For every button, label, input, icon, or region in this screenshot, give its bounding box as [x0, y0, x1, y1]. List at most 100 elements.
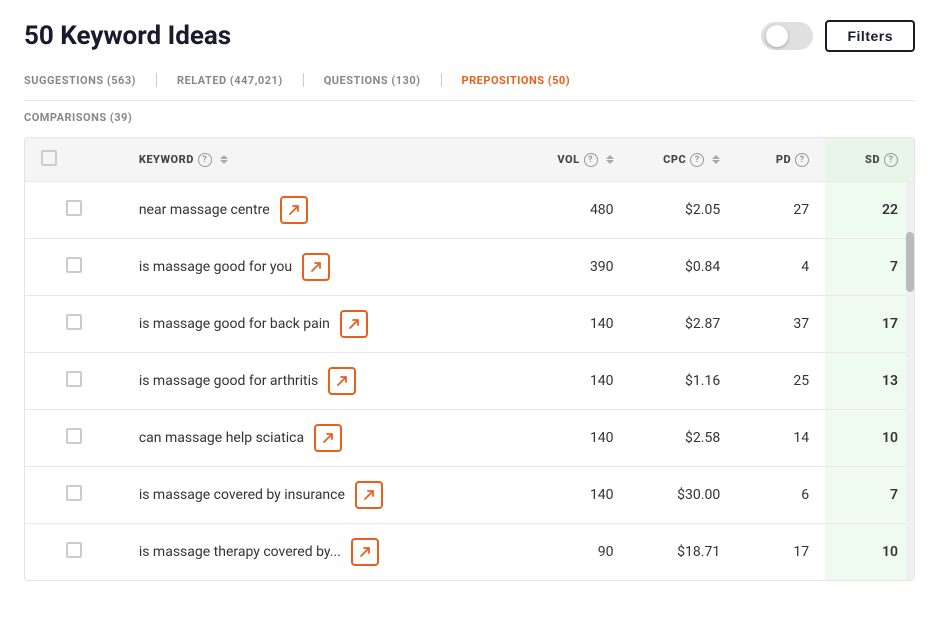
vol-cell: 140: [523, 467, 630, 524]
sd-help-icon[interactable]: ?: [884, 153, 898, 167]
keyword-cell: can massage help sciatica: [123, 410, 523, 467]
vol-cell: 140: [523, 353, 630, 410]
tab-divider-1: [156, 73, 157, 87]
pd-help-icon[interactable]: ?: [795, 153, 809, 167]
table-row: is massage therapy covered by...90$18.71…: [25, 524, 914, 581]
th-sd: SD ?: [825, 138, 914, 182]
row-checkbox[interactable]: [66, 314, 82, 330]
th-keyword: KEYWORD ?: [123, 138, 523, 182]
cpc-cell: $2.87: [630, 296, 737, 353]
row-checkbox-cell: [25, 296, 123, 353]
cpc-sort[interactable]: [712, 155, 720, 164]
pd-cell: 25: [736, 353, 825, 410]
cpc-sort-up-icon: [712, 155, 720, 159]
sort-up-icon: [220, 155, 228, 159]
pd-cell: 14: [736, 410, 825, 467]
keyword-cell: is massage covered by insurance: [123, 467, 523, 524]
filters-button[interactable]: Filters: [825, 20, 915, 52]
vol-sort[interactable]: [606, 155, 614, 164]
row-checkbox[interactable]: [66, 485, 82, 501]
keyword-text: is massage good for you: [139, 259, 292, 275]
sd-cell: 13: [825, 353, 914, 410]
toggle-switch[interactable]: [761, 22, 813, 50]
keyword-redirect-button[interactable]: [302, 253, 330, 281]
cpc-cell: $1.16: [630, 353, 737, 410]
keyword-cell: near massage centre: [123, 182, 523, 239]
keyword-text: is massage therapy covered by...: [139, 544, 341, 560]
row-checkbox-cell: [25, 353, 123, 410]
row-checkbox[interactable]: [66, 542, 82, 558]
pd-cell: 37: [736, 296, 825, 353]
row-checkbox-cell: [25, 182, 123, 239]
keyword-text: near massage centre: [139, 202, 270, 218]
keyword-redirect-button[interactable]: [351, 538, 379, 566]
cpc-cell: $0.84: [630, 239, 737, 296]
pd-cell: 6: [736, 467, 825, 524]
cpc-sort-down-icon: [712, 160, 720, 164]
pd-cell: 17: [736, 524, 825, 581]
row-checkbox-cell: [25, 410, 123, 467]
select-all-checkbox[interactable]: [41, 150, 57, 166]
toggle-thumb: [766, 25, 788, 47]
th-cpc: CPC ?: [630, 138, 737, 182]
keyword-text: is massage good for arthritis: [139, 373, 318, 389]
table-row: can massage help sciatica 140$2.581410: [25, 410, 914, 467]
keyword-text: can massage help sciatica: [139, 430, 304, 446]
cpc-cell: $30.00: [630, 467, 737, 524]
cpc-cell: $2.58: [630, 410, 737, 467]
table-row: near massage centre480$2.052722: [25, 182, 914, 239]
table-row: is massage covered by insurance 140$30.00…: [25, 467, 914, 524]
table-row: is massage good for arthritis 140$1.16251…: [25, 353, 914, 410]
tab-bar: SUGGESTIONS (563) RELATED (447,021) QUES…: [24, 72, 915, 101]
keyword-cell: is massage therapy covered by...: [123, 524, 523, 581]
tab-divider-3: [441, 73, 442, 87]
scrollbar-track[interactable]: [906, 182, 914, 580]
keyword-redirect-button[interactable]: [328, 367, 356, 395]
keyword-redirect-button[interactable]: [314, 424, 342, 452]
vol-cell: 140: [523, 410, 630, 467]
sort-down-icon: [220, 160, 228, 164]
tab-divider-2: [303, 73, 304, 87]
row-checkbox-cell: [25, 239, 123, 296]
cpc-help-icon[interactable]: ?: [690, 153, 704, 167]
vol-help-icon[interactable]: ?: [584, 153, 598, 167]
keyword-cell: is massage good for you: [123, 239, 523, 296]
row-checkbox-cell: [25, 524, 123, 581]
th-vol: VOL ?: [523, 138, 630, 182]
vol-sort-up-icon: [606, 155, 614, 159]
sd-cell: 7: [825, 467, 914, 524]
tab-questions[interactable]: QUESTIONS (130): [324, 74, 441, 87]
vol-cell: 390: [523, 239, 630, 296]
sd-cell: 22: [825, 182, 914, 239]
table-row: is massage good for back pain140$2.87371…: [25, 296, 914, 353]
select-all-header: [25, 138, 123, 182]
row-checkbox[interactable]: [66, 371, 82, 387]
row-checkbox-cell: [25, 467, 123, 524]
scrollbar-thumb[interactable]: [906, 232, 914, 292]
row-checkbox[interactable]: [66, 428, 82, 444]
cpc-cell: $2.05: [630, 182, 737, 239]
tab-comparisons[interactable]: COMPARISONS (39): [24, 111, 152, 124]
keyword-redirect-button[interactable]: [280, 196, 308, 224]
page-header: 50 Keyword Ideas Filters: [24, 20, 915, 52]
keyword-redirect-button[interactable]: [340, 310, 368, 338]
sd-cell: 7: [825, 239, 914, 296]
tab-prepositions[interactable]: PREPOSITIONS (50): [462, 74, 591, 87]
page-title: 50 Keyword Ideas: [24, 21, 231, 51]
row-checkbox[interactable]: [66, 200, 82, 216]
vol-cell: 140: [523, 296, 630, 353]
tab-related[interactable]: RELATED (447,021): [177, 74, 303, 87]
keyword-text: is massage good for back pain: [139, 316, 330, 332]
vol-cell: 480: [523, 182, 630, 239]
keyword-text: is massage covered by insurance: [139, 487, 345, 503]
pd-cell: 4: [736, 239, 825, 296]
keyword-help-icon[interactable]: ?: [198, 153, 212, 167]
keyword-cell: is massage good for back pain: [123, 296, 523, 353]
tab-suggestions[interactable]: SUGGESTIONS (563): [24, 74, 156, 87]
keyword-table: KEYWORD ? VOL ?: [24, 137, 915, 581]
row-checkbox[interactable]: [66, 257, 82, 273]
table-row: is massage good for you 390$0.8447: [25, 239, 914, 296]
sd-cell: 10: [825, 410, 914, 467]
keyword-redirect-button[interactable]: [355, 481, 383, 509]
keyword-sort[interactable]: [220, 155, 228, 164]
